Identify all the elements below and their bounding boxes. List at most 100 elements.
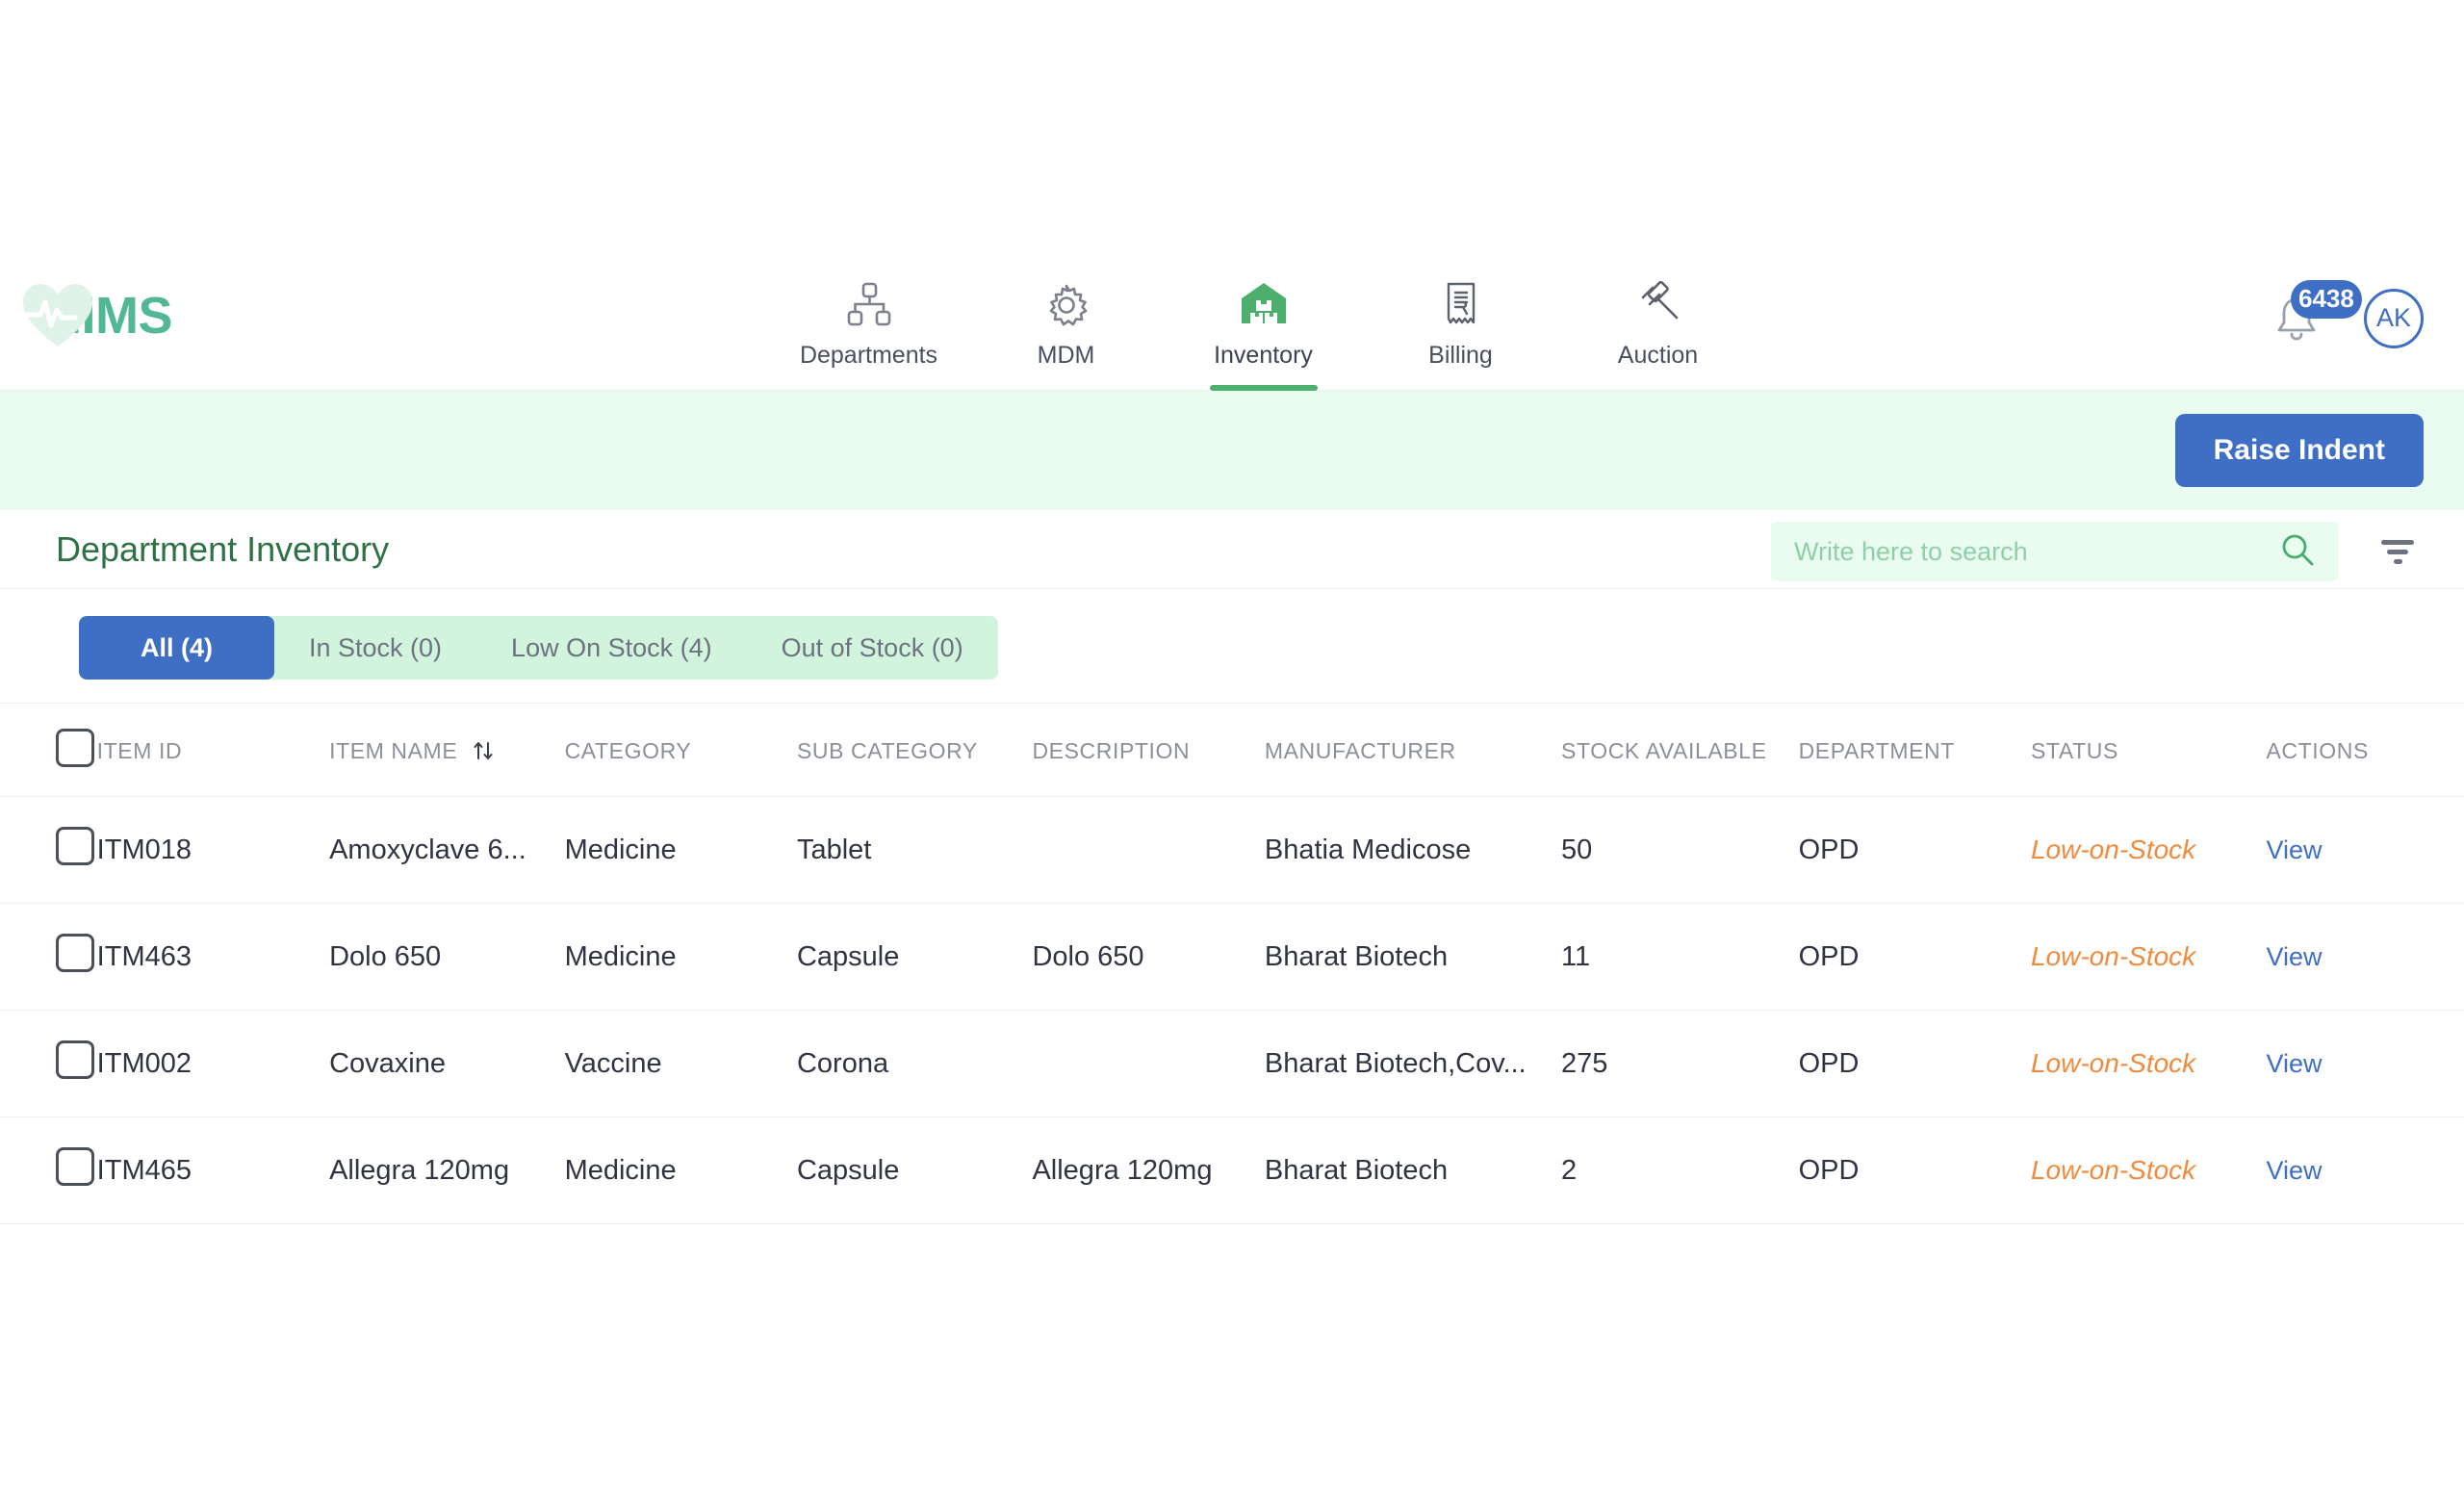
search-icon[interactable]	[2279, 531, 2316, 573]
cell-stock-available: 2	[1561, 1117, 1799, 1224]
header-stock-available[interactable]: STOCK AVAILABLE	[1561, 703, 1799, 797]
tab-in-stock[interactable]: In Stock (0)	[274, 616, 476, 680]
row-checkbox[interactable]	[56, 934, 94, 972]
status-badge: Low-on-Stock	[2030, 1047, 2196, 1078]
nav-item-departments[interactable]: Departments	[770, 245, 967, 391]
header-description[interactable]: DESCRIPTION	[1032, 703, 1265, 797]
cell-status: Low-on-Stock	[2030, 796, 2267, 904]
heartbeat-heart-icon	[17, 275, 98, 356]
cell-item-id: ITM002	[96, 1010, 330, 1117]
cell-category: Medicine	[564, 1117, 797, 1224]
notification-badge: 6438	[2291, 279, 2362, 319]
cell-sub-category: Corona	[796, 1010, 1033, 1117]
cell-manufacturer: Bharat Biotech,Cov...	[1264, 1010, 1562, 1117]
status-badge: Low-on-Stock	[2030, 1154, 2196, 1185]
cell-sub-category: Tablet	[796, 796, 1033, 904]
nav-item-inventory[interactable]: Inventory	[1165, 245, 1362, 391]
receipt-rupee-icon	[1438, 278, 1484, 332]
cell-description	[1032, 796, 1265, 904]
cell-manufacturer: Bhatia Medicose	[1264, 796, 1562, 904]
search-input[interactable]	[1794, 536, 2279, 567]
cell-manufacturer: Bharat Biotech	[1264, 1117, 1562, 1224]
view-link[interactable]: View	[2266, 835, 2322, 864]
cell-status: Low-on-Stock	[2030, 903, 2267, 1011]
cell-department: OPD	[1798, 796, 2031, 904]
cell-department: OPD	[1798, 903, 2031, 1011]
row-checkbox[interactable]	[56, 1040, 94, 1079]
filter-button[interactable]	[2374, 531, 2422, 572]
cell-category: Medicine	[564, 796, 797, 904]
cell-stock-available: 50	[1561, 796, 1799, 904]
table-head: ITEM ID ITEM NAME CATEGORY SUB CATEGORY	[0, 703, 2464, 797]
cell-item-name: Allegra 120mg	[329, 1117, 565, 1224]
nav-label-departments: Departments	[799, 342, 938, 369]
page-header: Department Inventory	[0, 510, 2464, 589]
row-checkbox[interactable]	[56, 1147, 94, 1186]
header-category[interactable]: CATEGORY	[564, 703, 797, 797]
tab-all[interactable]: All (4)	[79, 616, 274, 680]
header-sub-category[interactable]: SUB CATEGORY	[796, 703, 1033, 797]
avatar[interactable]: AK	[2364, 288, 2424, 348]
nav-item-auction[interactable]: Auction	[1559, 245, 1757, 391]
header-item-name-label: ITEM NAME	[329, 737, 458, 763]
warehouse-icon	[1238, 278, 1290, 332]
table-row[interactable]: ITM463 Dolo 650 Medicine Capsule Dolo 65…	[0, 903, 2464, 1011]
row-select-cell	[0, 903, 97, 1011]
top-navbar: HIMS Departments MDM Inventory Billing A…	[0, 245, 2464, 391]
avatar-initials: AK	[2375, 303, 2412, 332]
view-link[interactable]: View	[2266, 1049, 2322, 1078]
sort-arrows-icon[interactable]	[471, 738, 496, 763]
nav-label-inventory: Inventory	[1214, 342, 1313, 369]
top-empty-space	[0, 0, 2464, 245]
row-checkbox[interactable]	[56, 827, 94, 865]
view-link[interactable]: View	[2266, 942, 2322, 971]
inventory-table: ITEM ID ITEM NAME CATEGORY SUB CATEGORY	[0, 703, 2464, 1224]
page-title: Department Inventory	[56, 528, 390, 569]
select-all-checkbox[interactable]	[56, 729, 94, 767]
nav-item-billing[interactable]: Billing	[1362, 245, 1559, 391]
brand-logo[interactable]: HIMS	[17, 272, 173, 359]
action-banner: Raise Indent	[0, 391, 2464, 510]
cell-description: Dolo 650	[1032, 903, 1265, 1011]
table-row[interactable]: ITM465 Allegra 120mg Medicine Capsule Al…	[0, 1117, 2464, 1224]
table-header-row: ITEM ID ITEM NAME CATEGORY SUB CATEGORY	[0, 703, 2464, 797]
cell-actions: View	[2266, 903, 2464, 1011]
cell-item-name: Covaxine	[329, 1010, 565, 1117]
notifications-button[interactable]: 6438	[2270, 279, 2362, 346]
cell-item-id: ITM018	[96, 796, 330, 904]
raise-indent-button[interactable]: Raise Indent	[2174, 414, 2424, 487]
header-item-id[interactable]: ITEM ID	[96, 703, 330, 797]
cell-category: Medicine	[564, 903, 797, 1011]
view-link[interactable]: View	[2266, 1156, 2322, 1185]
cell-item-id: ITM463	[96, 903, 330, 1011]
header-department[interactable]: DEPARTMENT	[1798, 703, 2031, 797]
stock-filter-tabs-row: All (4) In Stock (0) Low On Stock (4) Ou…	[0, 589, 2464, 703]
nav-label-auction: Auction	[1617, 342, 1699, 369]
header-actions: ACTIONS	[2266, 703, 2464, 797]
select-all-header	[0, 703, 97, 797]
active-nav-indicator	[1209, 385, 1318, 391]
gear-icon	[1042, 278, 1091, 332]
table-row[interactable]: ITM018 Amoxyclave 6... Medicine Tablet B…	[0, 796, 2464, 904]
table-row[interactable]: ITM002 Covaxine Vaccine Corona Bharat Bi…	[0, 1010, 2464, 1117]
table-body: ITM018 Amoxyclave 6... Medicine Tablet B…	[0, 796, 2464, 1224]
cell-actions: View	[2266, 1117, 2464, 1224]
nav-label-mdm: MDM	[1037, 342, 1095, 369]
row-select-cell	[0, 796, 97, 904]
nav-item-mdm[interactable]: MDM	[967, 245, 1165, 391]
search-box[interactable]	[1771, 522, 2339, 581]
nav-label-billing: Billing	[1428, 342, 1493, 369]
status-badge: Low-on-Stock	[2030, 940, 2196, 971]
cell-item-id: ITM465	[96, 1117, 330, 1224]
header-item-name[interactable]: ITEM NAME	[329, 703, 565, 797]
header-manufacturer[interactable]: MANUFACTURER	[1264, 703, 1562, 797]
app-root: HIMS Departments MDM Inventory Billing A…	[0, 0, 2464, 1489]
cell-manufacturer: Bharat Biotech	[1264, 903, 1562, 1011]
row-select-cell	[0, 1010, 97, 1117]
cell-actions: View	[2266, 1010, 2464, 1117]
header-status[interactable]: STATUS	[2030, 703, 2267, 797]
cell-status: Low-on-Stock	[2030, 1010, 2267, 1117]
tab-low-on-stock[interactable]: Low On Stock (4)	[476, 616, 747, 680]
tab-out-of-stock[interactable]: Out of Stock (0)	[747, 616, 998, 680]
org-chart-icon	[844, 278, 894, 332]
